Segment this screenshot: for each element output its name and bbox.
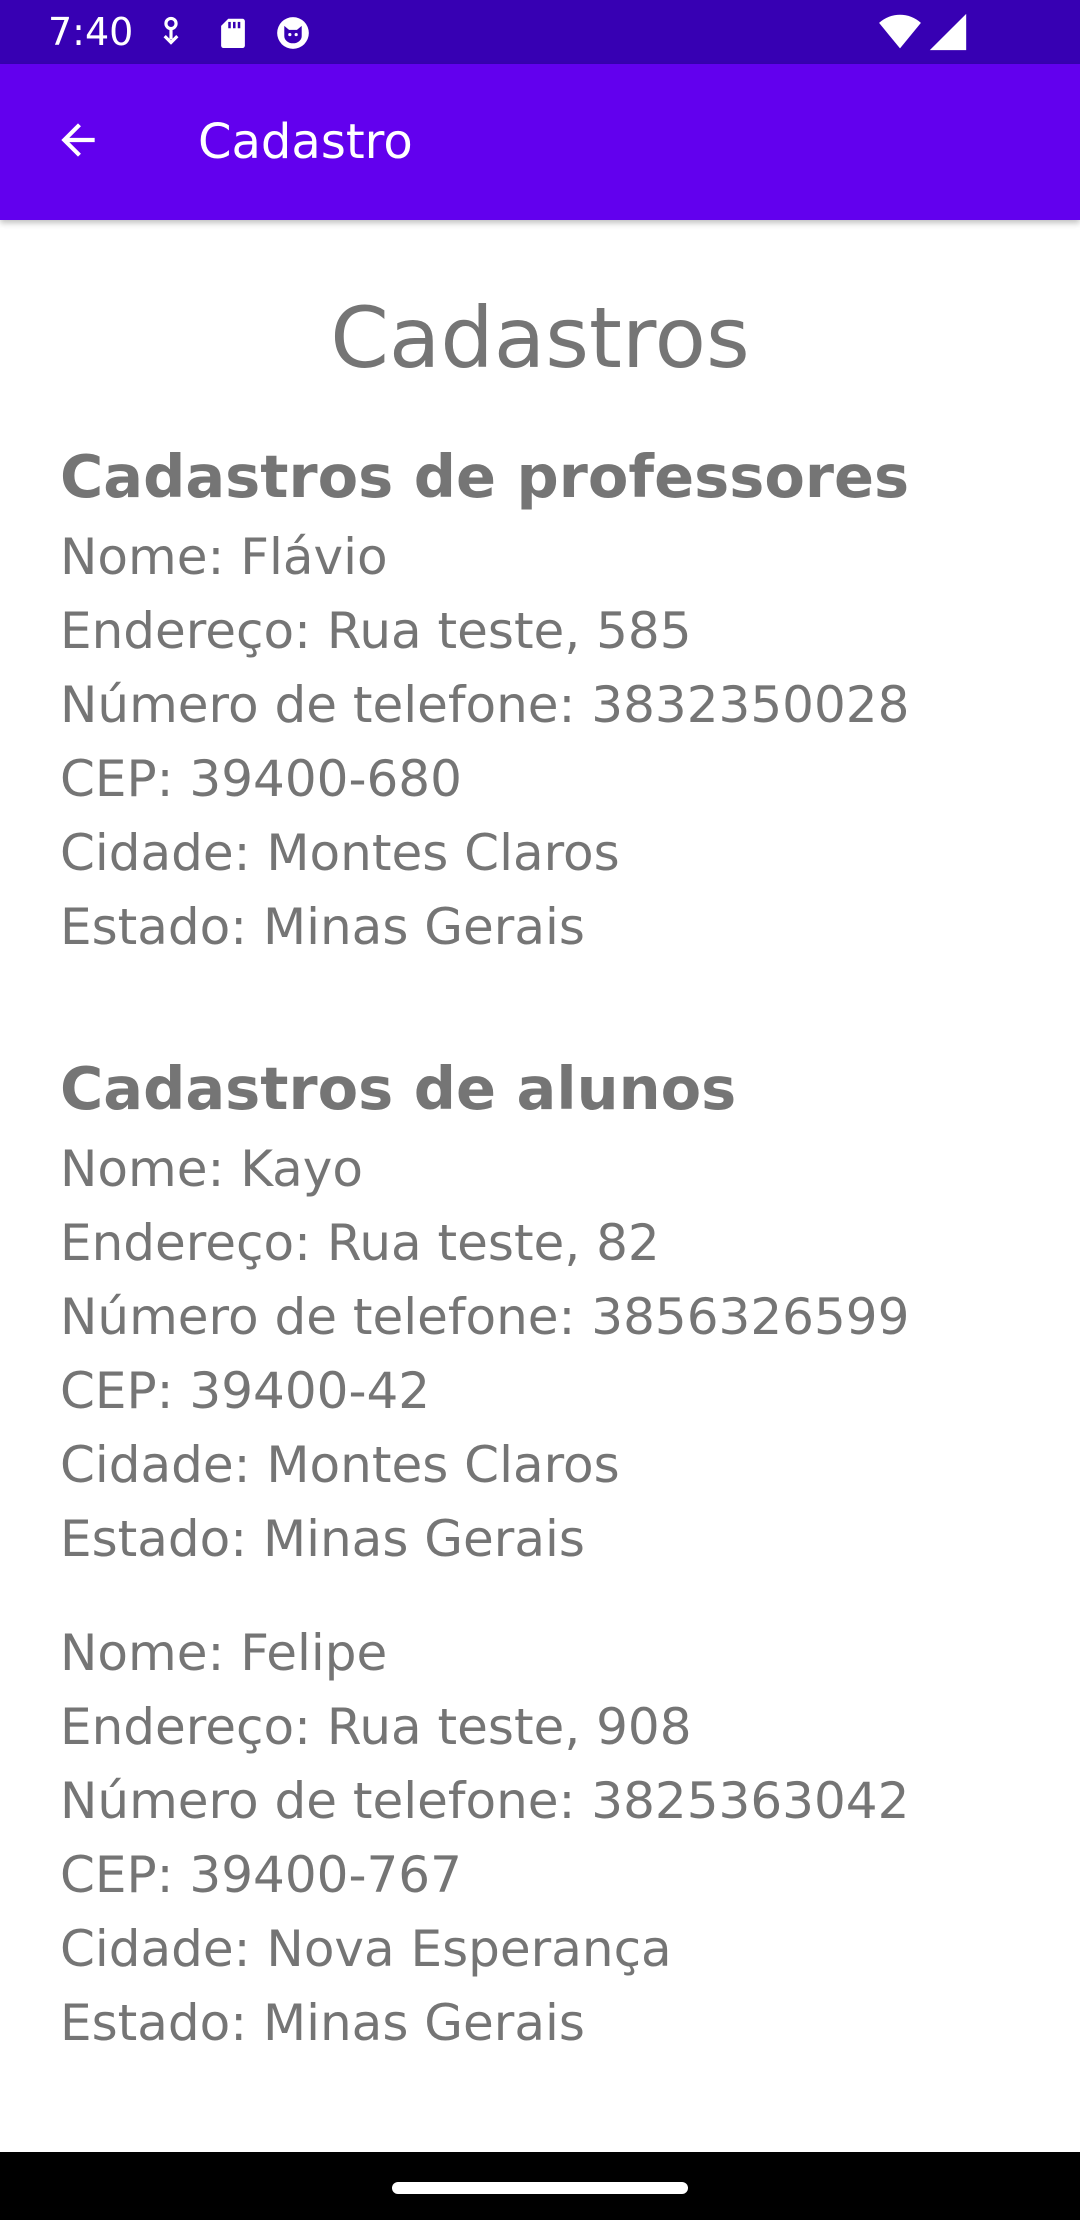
cell-signal-icon <box>928 12 968 52</box>
record-estado: Estado: Minas Gerais <box>60 1994 585 2052</box>
download-icon <box>152 14 190 52</box>
record-telefone: Número de telefone: 3832350028 <box>60 676 910 734</box>
record-telefone: Número de telefone: 3856326599 <box>60 1288 910 1346</box>
record-aluno: Nome: Kayo Endereço: Rua teste, 82 Númer… <box>60 1132 909 1576</box>
status-bar: 7:40 <box>0 0 1080 64</box>
record-endereco: Endereço: Rua teste, 908 <box>60 1698 692 1756</box>
record-professor: Nome: Flávio Endereço: Rua teste, 585 Nú… <box>60 520 909 964</box>
arrow-back-icon <box>53 115 103 169</box>
record-nome: Nome: Felipe <box>60 1624 388 1682</box>
record-endereco: Endereço: Rua teste, 585 <box>60 602 692 660</box>
record-nome: Nome: Flávio <box>60 528 388 586</box>
section-title-alunos: Cadastros de alunos <box>60 1054 737 1123</box>
app-bar: Cadastro <box>0 64 1080 220</box>
record-cidade: Cidade: Montes Claros <box>60 824 620 882</box>
section-title-professores: Cadastros de professores <box>60 442 910 511</box>
back-button[interactable] <box>30 106 126 178</box>
page-heading: Cadastros <box>330 289 750 387</box>
cat-app-icon <box>274 14 312 52</box>
record-cidade: Cidade: Montes Claros <box>60 1436 620 1494</box>
record-cep: CEP: 39400-42 <box>60 1362 431 1420</box>
record-estado: Estado: Minas Gerais <box>60 898 585 956</box>
record-cidade: Cidade: Nova Esperança <box>60 1920 672 1978</box>
record-aluno: Nome: Felipe Endereço: Rua teste, 908 Nú… <box>60 1616 909 2060</box>
status-time: 7:40 <box>48 10 134 54</box>
system-nav-bar <box>0 2152 1080 2220</box>
wifi-icon <box>878 12 922 52</box>
record-telefone: Número de telefone: 3825363042 <box>60 1772 910 1830</box>
record-cep: CEP: 39400-767 <box>60 1846 462 1904</box>
home-indicator[interactable] <box>392 2182 688 2194</box>
record-nome: Nome: Kayo <box>60 1140 363 1198</box>
app-title: Cadastro <box>198 114 413 170</box>
sd-card-icon <box>214 14 252 52</box>
record-estado: Estado: Minas Gerais <box>60 1510 585 1568</box>
record-cep: CEP: 39400-680 <box>60 750 462 808</box>
record-endereco: Endereço: Rua teste, 82 <box>60 1214 660 1272</box>
